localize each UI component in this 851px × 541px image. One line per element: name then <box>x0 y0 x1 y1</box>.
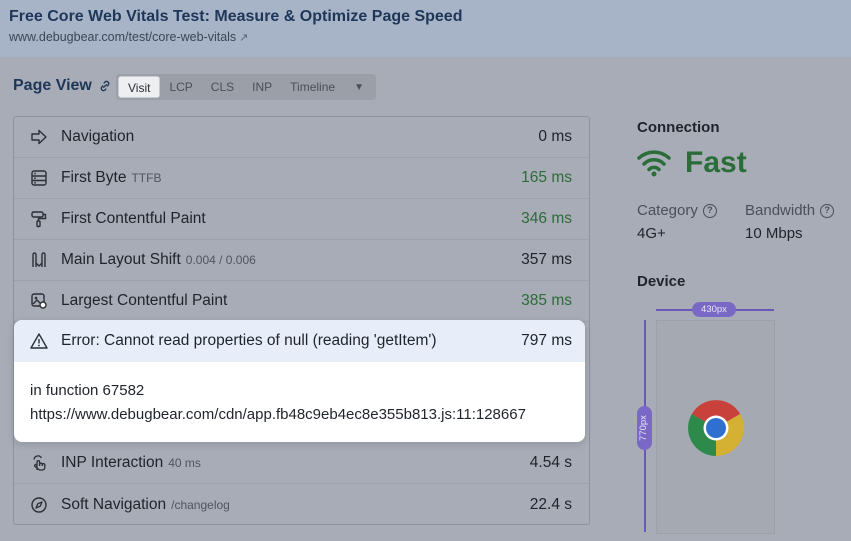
page-url[interactable]: www.debugbear.com/test/core-web-vitals ↗ <box>9 30 842 44</box>
error-label: Error: Cannot read properties of null (r… <box>61 332 437 349</box>
row-value: 4.54 s <box>529 454 572 471</box>
row-label: First Contentful Paint <box>61 210 206 227</box>
tab-visit[interactable]: Visit <box>118 76 161 98</box>
chrome-icon <box>688 400 744 456</box>
device-height-badge: 770px <box>637 406 652 450</box>
server-icon <box>31 170 47 186</box>
bandwidth-value: 10 Mbps <box>745 225 803 242</box>
row-value: 22.4 s <box>529 495 572 513</box>
tab-cls[interactable]: CLS <box>202 76 243 98</box>
tab-lcp[interactable]: LCP <box>160 76 201 98</box>
category-label: Category? <box>637 202 717 219</box>
row-label: Main Layout Shift <box>61 251 181 268</box>
error-details: in function 67582 https://www.debugbear.… <box>14 362 585 427</box>
row-value: 385 ms <box>521 292 572 309</box>
timeline-row[interactable]: First Byte TTFB 165 ms <box>14 158 589 199</box>
tap-icon <box>33 455 46 471</box>
timeline-row[interactable]: Main Layout Shift 0.004 / 0.006 357 ms <box>14 240 589 281</box>
timeline-row[interactable]: Soft Navigation /changelog 22.4 s <box>14 484 589 525</box>
row-value: 346 ms <box>521 210 572 227</box>
page-view-tabs: Visit LCP CLS INP Timeline ▼ <box>116 74 376 100</box>
page-header: Free Core Web Vitals Test: Measure & Opt… <box>0 0 851 57</box>
error-popover: Error: Cannot read properties of null (r… <box>14 320 585 442</box>
error-function: in function 67582 <box>30 382 145 399</box>
row-label: INP Interaction <box>61 454 164 471</box>
help-icon[interactable]: ? <box>702 203 717 218</box>
timeline-row[interactable]: First Contentful Paint 346 ms <box>14 199 589 240</box>
row-label: Navigation <box>61 128 135 145</box>
wifi-icon <box>637 150 671 177</box>
timeline-row[interactable]: INP Interaction 40 ms 4.54 s <box>14 443 589 484</box>
connection-speed: Fast <box>637 146 747 180</box>
link-icon[interactable] <box>98 79 112 93</box>
tabs-dropdown-icon[interactable]: ▼ <box>344 82 374 93</box>
row-sub: 0.004 / 0.006 <box>185 253 256 267</box>
timeline-row[interactable]: Navigation 0 ms <box>14 117 589 158</box>
error-source: https://www.debugbear.com/cdn/app.fb48c9… <box>30 406 526 423</box>
paint-roller-icon <box>31 211 47 228</box>
row-sub: TTFB <box>131 171 162 185</box>
row-value: 357 ms <box>521 251 572 268</box>
row-label: First Byte <box>61 169 127 186</box>
tab-timeline[interactable]: Timeline <box>281 76 344 98</box>
device-width-label: 430px <box>692 302 736 317</box>
row-value: 165 ms <box>521 169 572 186</box>
error-row[interactable]: Error: Cannot read properties of null (r… <box>14 320 585 362</box>
row-label: Largest Contentful Paint <box>61 292 228 309</box>
timeline-row[interactable]: Largest Contentful Paint 385 ms <box>14 281 589 322</box>
page-title[interactable]: Free Core Web Vitals Test: Measure & Opt… <box>9 8 842 26</box>
device-title: Device <box>637 273 686 290</box>
device-frame <box>656 320 775 534</box>
row-label: Soft Navigation <box>61 495 167 513</box>
category-value: 4G+ <box>637 225 666 242</box>
connection-title: Connection <box>637 119 720 136</box>
error-value: 797 ms <box>521 332 572 349</box>
layout-shift-icon <box>32 252 46 267</box>
row-value: 0 ms <box>538 128 572 145</box>
row-sub: /changelog <box>171 497 230 512</box>
page-url-text[interactable]: www.debugbear.com/test/core-web-vitals <box>9 30 236 44</box>
speed-text: Fast <box>685 146 747 179</box>
arrow-right-icon <box>31 129 47 145</box>
row-sub: 40 ms <box>168 456 201 470</box>
compass-icon <box>31 496 47 513</box>
external-link-icon[interactable]: ↗ <box>239 32 248 44</box>
page-view-heading: Page View <box>13 77 112 95</box>
bandwidth-label: Bandwidth? <box>745 202 835 219</box>
tab-inp[interactable]: INP <box>243 76 281 98</box>
category-label-text: Category <box>637 202 698 219</box>
page-view-label: Page View <box>13 77 92 94</box>
warning-icon <box>30 333 48 349</box>
device-height-label: 770px <box>638 415 649 441</box>
image-paint-icon <box>31 293 47 309</box>
bandwidth-label-text: Bandwidth <box>745 202 816 219</box>
help-icon[interactable]: ? <box>820 203 835 218</box>
